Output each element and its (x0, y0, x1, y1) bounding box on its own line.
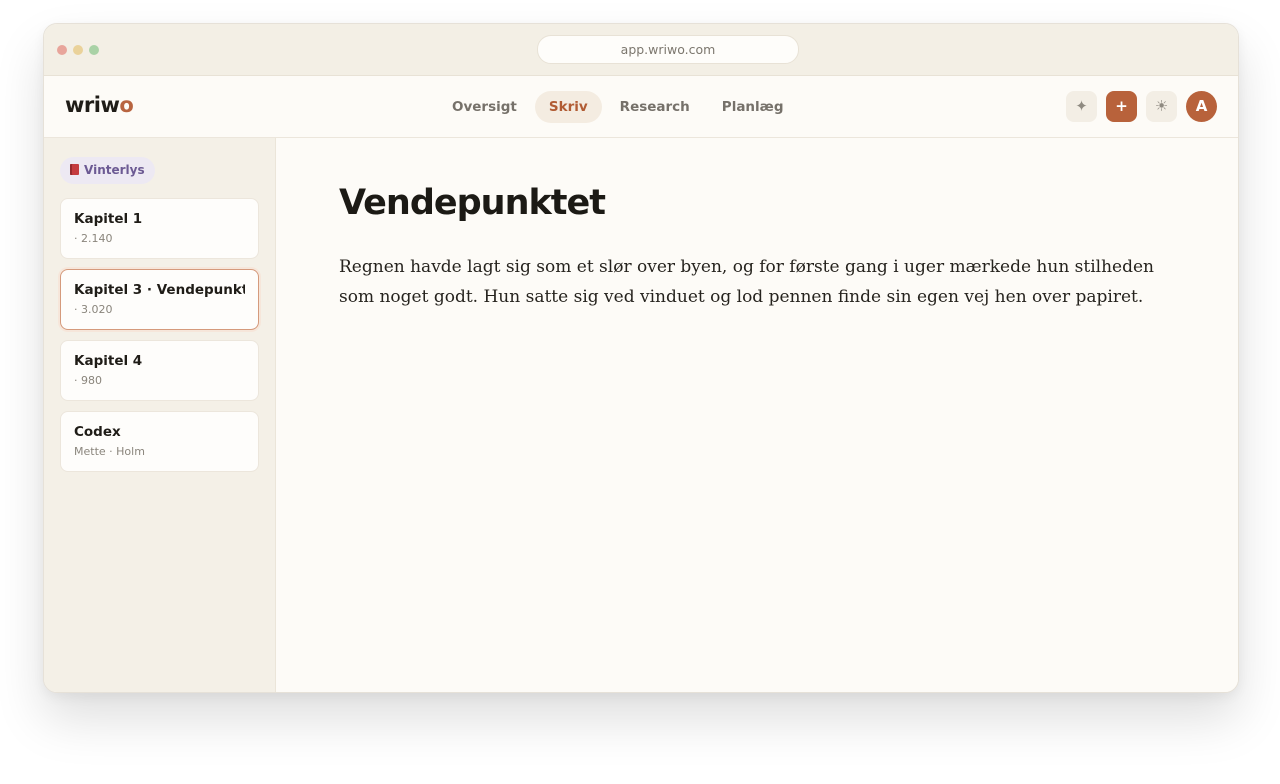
book-selector[interactable]: Vinterlys (60, 157, 155, 184)
chapter-meta: · 980 (74, 374, 102, 387)
sparkle-icon: ✦ (1075, 97, 1088, 115)
browser-titlebar: app.wriwo.com (44, 24, 1238, 76)
nav-tab-skriv[interactable]: Skriv (534, 91, 602, 123)
codex-title: Codex (74, 424, 121, 440)
app-header: wriwo Oversigt Skriv Research Planlæg ✦ … (44, 76, 1238, 138)
document-body[interactable]: Regnen havde lagt sig som et slør over b… (339, 252, 1189, 312)
main-nav: Oversigt Skriv Research Planlæg (438, 91, 797, 123)
maximize-window-button[interactable] (89, 45, 99, 55)
app-logo[interactable]: wriwo (65, 93, 134, 117)
codex-card[interactable]: Codex Mette · Holm (60, 411, 259, 472)
chapter-title: Kapitel 1 (74, 211, 143, 227)
plus-icon: + (1115, 97, 1128, 115)
user-avatar[interactable]: A (1186, 91, 1217, 122)
document-title[interactable]: Vendepunktet (339, 183, 606, 223)
chapter-list: Kapitel 1 · 2.140 Kapitel 3 · Vendepunkt… (60, 198, 259, 482)
chapter-card[interactable]: Kapitel 1 · 2.140 (60, 198, 259, 259)
theme-toggle-button[interactable]: ☀ (1146, 91, 1177, 122)
nav-tab-research[interactable]: Research (606, 91, 704, 123)
close-window-button[interactable] (57, 45, 67, 55)
sun-icon: ☀ (1154, 97, 1169, 115)
chapter-meta: · 3.020 (74, 303, 113, 316)
header-actions: ✦ + ☀ A (1066, 91, 1217, 122)
chapter-title: Kapitel 3 · Vendepunktet (74, 282, 245, 298)
nav-tab-oversigt[interactable]: Oversigt (438, 91, 531, 123)
chapter-sidebar: Vinterlys Kapitel 1 · 2.140 Kapitel 3 · … (44, 138, 276, 692)
chapter-title: Kapitel 4 (74, 353, 143, 369)
browser-window: app.wriwo.com wriwo Oversigt Skriv Resea… (43, 23, 1239, 693)
book-name: Vinterlys (84, 163, 145, 177)
address-bar[interactable]: app.wriwo.com (537, 35, 799, 64)
editor-pane: Vendepunktet Regnen havde lagt sig som e… (276, 138, 1238, 692)
add-button[interactable]: + (1106, 91, 1137, 122)
minimize-window-button[interactable] (73, 45, 83, 55)
chapter-card[interactable]: Kapitel 4 · 980 (60, 340, 259, 401)
chapter-card-active[interactable]: Kapitel 3 · Vendepunktet · 3.020 (60, 269, 259, 330)
ai-assist-button[interactable]: ✦ (1066, 91, 1097, 122)
book-icon (70, 164, 79, 175)
nav-tab-planlaeg[interactable]: Planlæg (708, 91, 798, 123)
codex-meta: Mette · Holm (74, 445, 145, 458)
chapter-meta: · 2.140 (74, 232, 113, 245)
